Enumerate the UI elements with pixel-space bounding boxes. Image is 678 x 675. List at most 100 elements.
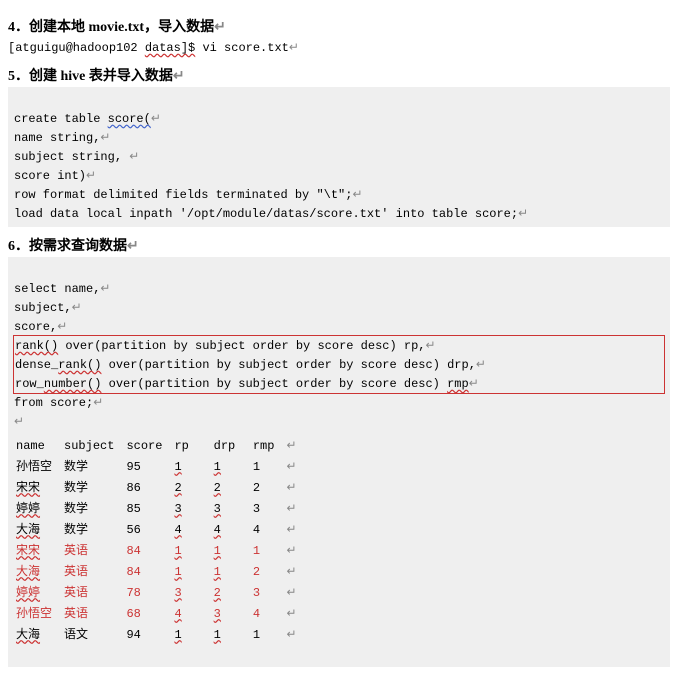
table-cell: 4 [251, 519, 285, 540]
table-cell: 1 [251, 456, 285, 477]
step6-l7: from score; [14, 396, 93, 410]
table-cell: 68 [124, 603, 172, 624]
step6-l6c: over(partition by subject order by score… [101, 377, 447, 391]
step6-heading-text: 6．按需求查询数据 [8, 239, 127, 254]
table-body: 孙悟空数学95111↵宋宋数学86222↵婷婷数学85333↵大海数学56444… [14, 456, 307, 645]
table-row: 孙悟空数学95111↵ [14, 456, 307, 477]
step5-l3: subject string, [14, 150, 129, 164]
table-cell-return: ↵ [284, 603, 306, 624]
return-mark: ↵ [100, 281, 110, 295]
return-mark: ↵ [151, 111, 161, 125]
col-ret: ↵ [284, 435, 306, 456]
step4-heading: 4．创建本地 movie.txt，导入数据↵ [8, 16, 670, 36]
table-cell: 1 [212, 624, 251, 645]
return-mark: ↵ [173, 67, 185, 83]
table-header-row: name subject score rp drp rmp ↵ [14, 435, 307, 456]
return-mark: ↵ [93, 395, 103, 409]
table-cell: 英语 [62, 540, 124, 561]
step6-l4a: rank() [15, 339, 58, 353]
table-row: 大海数学56444↵ [14, 519, 307, 540]
col-rmp: rmp [251, 435, 285, 456]
return-mark: ↵ [100, 130, 110, 144]
table-cell-return: ↵ [284, 540, 306, 561]
table-row: 宋宋英语84111↵ [14, 540, 307, 561]
step5-l1b: score( [108, 112, 151, 126]
table-cell: 84 [124, 540, 172, 561]
table-row: 宋宋数学86222↵ [14, 477, 307, 498]
table-cell: 1 [172, 540, 211, 561]
return-mark: ↵ [127, 237, 139, 253]
table-cell: 1 [251, 624, 285, 645]
table-cell: 4 [251, 603, 285, 624]
table-cell: 语文 [62, 624, 124, 645]
step6-l4b: over(partition by subject order by score… [58, 339, 425, 353]
table-cell: 95 [124, 456, 172, 477]
table-cell: 94 [124, 624, 172, 645]
table-cell: 婷婷 [14, 582, 62, 603]
table-cell: 数学 [62, 519, 124, 540]
table-cell: 4 [172, 519, 211, 540]
table-cell: 4 [212, 519, 251, 540]
step5-code: create table score(↵ name string,↵ subje… [8, 87, 670, 227]
table-row: 孙悟空英语68434↵ [14, 603, 307, 624]
table-cell: 婷婷 [14, 498, 62, 519]
table-cell: 1 [172, 624, 211, 645]
return-mark: ↵ [129, 149, 139, 163]
table-cell: 英语 [62, 582, 124, 603]
col-subject: subject [62, 435, 124, 456]
table-cell: 3 [251, 498, 285, 519]
result-table: name subject score rp drp rmp ↵ 孙悟空数学951… [14, 435, 307, 645]
highlight-box: rank() over(partition by subject order b… [13, 335, 665, 394]
step5-heading-text: 5．创建 hive 表并导入数据 [8, 69, 173, 84]
cmd-dir: datas]$ [145, 41, 195, 55]
table-row: 大海语文94111↵ [14, 624, 307, 645]
step5-l6: load data local inpath '/opt/module/data… [14, 207, 518, 221]
table-cell: 2 [251, 477, 285, 498]
step5-heading: 5．创建 hive 表并导入数据↵ [8, 65, 670, 85]
return-mark: ↵ [57, 319, 67, 333]
table-cell: 2 [212, 477, 251, 498]
table-cell: 86 [124, 477, 172, 498]
table-cell: 78 [124, 582, 172, 603]
table-cell: 3 [212, 603, 251, 624]
return-mark: ↵ [425, 338, 435, 352]
table-cell: 2 [212, 582, 251, 603]
table-row: 婷婷数学85333↵ [14, 498, 307, 519]
step5-l2: name string, [14, 131, 100, 145]
col-drp: drp [212, 435, 251, 456]
table-cell: 56 [124, 519, 172, 540]
return-mark: ↵ [476, 357, 486, 371]
return-mark: ↵ [469, 376, 479, 390]
return-mark: ↵ [518, 206, 528, 220]
table-cell: 2 [172, 477, 211, 498]
return-mark: ↵ [289, 40, 299, 54]
table-cell: 大海 [14, 519, 62, 540]
table-cell: 85 [124, 498, 172, 519]
table-cell-return: ↵ [284, 519, 306, 540]
step4-cmd: [atguigu@hadoop102 datas]$ vi score.txt↵ [8, 38, 670, 57]
col-rp: rp [172, 435, 211, 456]
step6-l6d: rmp [447, 377, 469, 391]
table-cell: 数学 [62, 456, 124, 477]
table-cell: 1 [212, 456, 251, 477]
step6-l5b: rank() [58, 358, 101, 372]
cmd-user: [atguigu@hadoop102 [8, 41, 145, 55]
return-mark: ↵ [14, 414, 24, 428]
table-cell-return: ↵ [284, 456, 306, 477]
step6-l1: select name, [14, 282, 100, 296]
table-cell: 1 [212, 540, 251, 561]
table-cell: 3 [172, 582, 211, 603]
return-mark: ↵ [214, 18, 226, 34]
table-cell: 4 [172, 603, 211, 624]
table-cell-return: ↵ [284, 498, 306, 519]
return-mark: ↵ [72, 300, 82, 314]
step5-l1a: create table [14, 112, 108, 126]
step5-l5: row format delimited fields terminated b… [14, 188, 352, 202]
table-cell: 数学 [62, 477, 124, 498]
step6-l5a: dense_ [15, 358, 58, 372]
step6-heading: 6．按需求查询数据↵ [8, 235, 670, 255]
table-cell: 3 [172, 498, 211, 519]
return-mark: ↵ [86, 168, 96, 182]
step6-code: select name,↵ subject,↵ score,↵ rank() o… [8, 257, 670, 667]
step6-l6a: row_ [15, 377, 44, 391]
